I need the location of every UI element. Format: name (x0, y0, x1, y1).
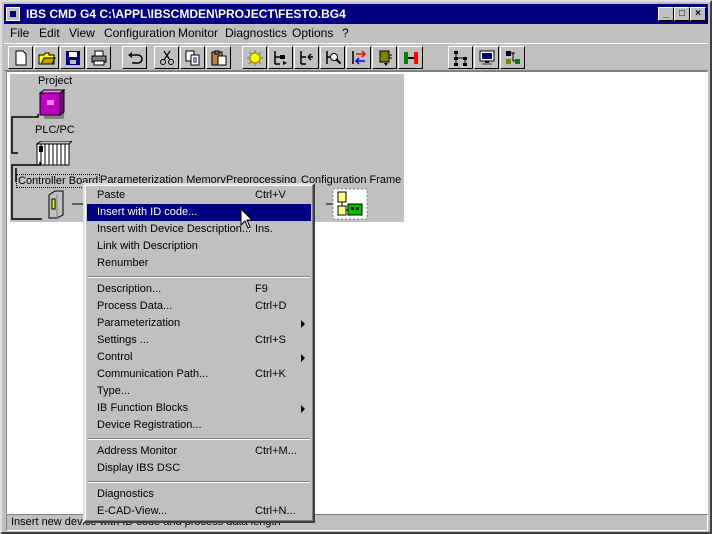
menu-separator (88, 481, 310, 483)
menu-file[interactable]: File (10, 26, 29, 40)
cut-icon (159, 50, 174, 65)
column-configuration-frame[interactable]: Configuration Frame (301, 174, 401, 186)
device-insert-icon (246, 49, 263, 66)
menu-item-process-data[interactable]: Process Data... Ctrl+D (87, 298, 311, 315)
copy-icon (185, 50, 199, 65)
tree-connector-bus (11, 162, 42, 220)
menu-item-communication-path[interactable]: Communication Path... Ctrl+K (87, 366, 311, 383)
mouse-cursor-icon (240, 208, 254, 229)
network-tree-button[interactable] (448, 46, 473, 69)
menu-item-address-monitor[interactable]: Address Monitor Ctrl+M... (87, 443, 311, 460)
menu-edit[interactable]: Edit (39, 26, 60, 40)
menu-item-device-registration[interactable]: Device Registration... (87, 417, 311, 434)
new-file-icon (15, 50, 26, 65)
menu-separator (88, 438, 310, 440)
close-button[interactable]: × (690, 7, 706, 21)
plc-label: PLC/PC (35, 124, 75, 136)
menu-item-type[interactable]: Type... (87, 383, 311, 400)
menu-separator (88, 276, 310, 278)
save-disk-icon (65, 50, 80, 65)
diagnostics-button[interactable] (500, 46, 525, 69)
tree-insert-left-icon (299, 50, 313, 65)
menu-diagnostics[interactable]: Diagnostics (225, 26, 287, 40)
paste-icon (211, 50, 226, 65)
menu-item-renumber[interactable]: Renumber (87, 255, 311, 272)
open-folder-button[interactable] (34, 46, 59, 69)
menu-item-paste[interactable]: Paste Ctrl+V (87, 187, 311, 204)
swap-button[interactable] (346, 46, 371, 69)
tree-insert-down-icon (273, 50, 287, 65)
minimize-button[interactable]: _ (658, 7, 674, 21)
device-insert-button[interactable] (242, 46, 267, 69)
maximize-button[interactable]: □ (674, 7, 690, 21)
swap-icon (351, 49, 366, 65)
context-menu: Paste Ctrl+V Insert with ID code... Inser… (83, 183, 315, 523)
insert-left-button[interactable] (294, 46, 319, 69)
save-button[interactable] (60, 46, 85, 69)
print-button[interactable] (86, 46, 111, 69)
menu-item-description[interactable]: Description... F9 (87, 281, 311, 298)
diagnostics-icon (505, 50, 520, 64)
undo-icon (127, 51, 143, 64)
menu-bar: File Edit View Configuration Monitor Dia… (4, 24, 708, 43)
menu-item-diagnostics[interactable]: Diagnostics (87, 486, 311, 503)
print-icon (91, 50, 106, 65)
menu-item-settings[interactable]: Settings ... Ctrl+S (87, 332, 311, 349)
menu-item-display-ibs-dsc[interactable]: Display IBS DSC (87, 460, 311, 477)
menu-help[interactable]: ? (342, 26, 349, 40)
menu-item-ib-function-blocks[interactable]: IB Function Blocks (87, 400, 311, 417)
controller-board-icon[interactable] (46, 189, 66, 219)
plug-icon (379, 50, 392, 66)
monitor-icon (479, 50, 494, 65)
toolbar (4, 43, 708, 71)
submenu-arrow-icon (301, 405, 305, 413)
submenu-arrow-icon (301, 320, 305, 328)
network-tree-icon (453, 50, 467, 66)
plug-button[interactable] (372, 46, 397, 69)
menu-item-insert-with-device-description[interactable]: Insert with Device Description... Ins. (87, 221, 311, 238)
menu-item-e-cad-view[interactable]: E-CAD-View... Ctrl+N... (87, 503, 311, 520)
undo-button[interactable] (122, 46, 147, 69)
copy-button[interactable] (180, 46, 205, 69)
menu-item-link-with-description[interactable]: Link with Description (87, 238, 311, 255)
insert-down-button[interactable] (268, 46, 293, 69)
search-device-button[interactable] (320, 46, 345, 69)
search-device-icon (325, 50, 341, 64)
menu-monitor[interactable]: Monitor (178, 26, 218, 40)
open-folder-icon (38, 52, 56, 64)
menu-item-parameterization[interactable]: Parameterization (87, 315, 311, 332)
menu-view[interactable]: View (69, 26, 95, 40)
project-label: Project (38, 75, 73, 87)
submenu-arrow-icon (301, 354, 305, 362)
menu-item-control[interactable]: Control (87, 349, 311, 366)
paste-button[interactable] (206, 46, 231, 69)
cut-button[interactable] (154, 46, 179, 69)
app-icon[interactable] (6, 7, 20, 21)
new-file-button[interactable] (8, 46, 33, 69)
window-title: IBS CMD G4 C:\APPL\IBSCMDEN\PROJECT\FEST… (26, 7, 346, 21)
start-stop-button[interactable] (398, 46, 423, 69)
monitor-button[interactable] (474, 46, 499, 69)
title-bar[interactable]: IBS CMD G4 C:\APPL\IBSCMDEN\PROJECT\FEST… (4, 4, 708, 24)
menu-configuration[interactable]: Configuration (104, 26, 175, 40)
menu-options[interactable]: Options (292, 26, 333, 40)
menu-item-insert-with-id-code[interactable]: Insert with ID code... (87, 204, 311, 221)
configuration-frame-icon[interactable] (332, 188, 368, 220)
start-stop-icon (403, 51, 418, 64)
